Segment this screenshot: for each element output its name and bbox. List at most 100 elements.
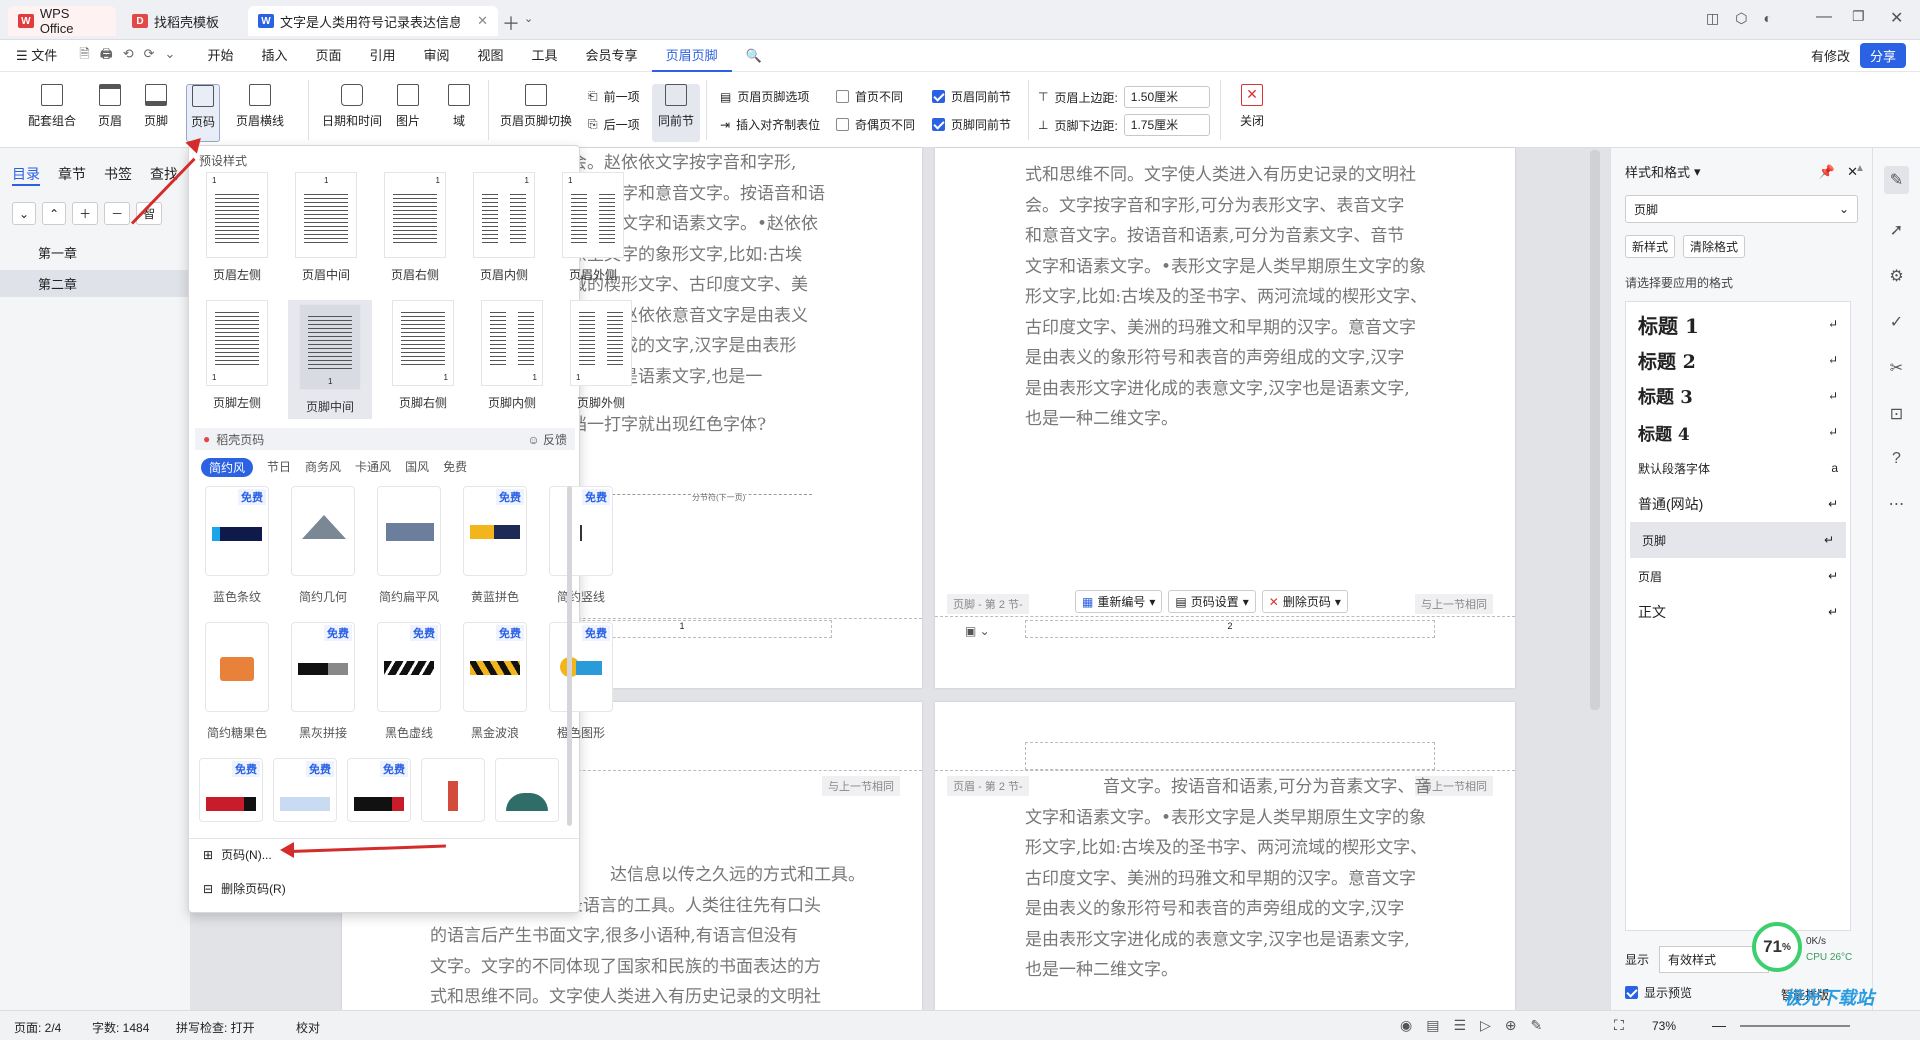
prev-button[interactable]: ⎗ 前一项	[588, 88, 640, 105]
dropdown-scrollbar[interactable]	[567, 486, 572, 826]
picture-button[interactable]: 图片	[396, 84, 420, 142]
card-lighthouse[interactable]	[421, 758, 485, 822]
card-flat[interactable]: 简约扁平风	[371, 486, 447, 605]
style-header-left[interactable]: 1 页眉左侧	[199, 172, 275, 283]
doc-line[interactable]: 会。文字按字音和字形,可分为表形文字、表音文字	[1025, 191, 1445, 222]
delete-page-number-menu-item[interactable]: ⊟ 删除页码(R)	[203, 880, 286, 897]
doc-line[interactable]: 和意音文字。按语音和语素,可分为音素文字、音节	[1025, 221, 1445, 252]
footer-button[interactable]: 页脚	[144, 84, 168, 142]
page-number-menu-item[interactable]: ⊞ 页码(N)...	[203, 846, 272, 863]
filter-tab[interactable]: 简约风	[201, 458, 254, 477]
share-button[interactable]: 分享	[1859, 43, 1906, 68]
page-number-field[interactable]: 2	[1025, 620, 1435, 638]
proofread[interactable]: 校对	[296, 1019, 320, 1036]
combo-button[interactable]: 配套组合	[28, 84, 76, 142]
style-header-inner[interactable]: 1 页眉内侧	[466, 172, 542, 283]
clear-format-button[interactable]: 清除格式	[1683, 235, 1746, 258]
menu-file[interactable]: ☰ 文件	[0, 40, 71, 72]
close-header-footer-button[interactable]: ✕ 关闭	[1240, 84, 1264, 142]
menu-start[interactable]: 开始	[193, 40, 247, 72]
doc-line[interactable]: 文字和语素文字。•表形文字是人类早期原生文字的象	[1025, 803, 1445, 834]
menu-view[interactable]: 视图	[464, 40, 518, 72]
toc-item[interactable]: 第一章	[0, 225, 190, 262]
style-item-h1[interactable]: 标题 1 ↵	[1626, 306, 1850, 342]
menu-tools[interactable]: 工具	[518, 40, 572, 72]
quick-access-icon[interactable]: 🗎🖨⟲⟳⌄	[71, 45, 193, 67]
select-icon[interactable]: ➚	[1890, 220, 1903, 240]
bottom-margin-input[interactable]: 1.75厘米	[1123, 114, 1210, 136]
style-item-h4[interactable]: 标题 4 ↵	[1626, 414, 1850, 450]
add-icon[interactable]: ＋	[72, 202, 99, 225]
align-tab-button[interactable]: ⇥ 插入对齐制表位	[720, 116, 820, 133]
filter-tab[interactable]: 国风	[405, 458, 429, 477]
card-candy[interactable]: 简约糖果色	[199, 622, 275, 741]
book-icon[interactable]: ⊡	[1890, 404, 1903, 424]
doc-line[interactable]: 式和思维不同。文字使人类进入有历史记录的文明社	[430, 982, 870, 1013]
card-light-blue[interactable]: 免费	[273, 758, 337, 822]
odd-even-diff-checkbox[interactable]: 奇偶页不同	[836, 116, 915, 133]
toc-item[interactable]: 第二章	[0, 270, 190, 297]
doc-line[interactable]: 是由表形文字进化成的表意文字,汉字也是语素文字,	[1025, 374, 1445, 405]
style-item-h2[interactable]: 标题 2 ↵	[1626, 342, 1850, 378]
first-page-diff-checkbox[interactable]: 首页不同	[836, 88, 903, 105]
word-count[interactable]: 字数: 1484	[92, 1019, 149, 1036]
card-blue-stripe[interactable]: 免费 蓝色条纹	[199, 486, 275, 605]
remove-icon[interactable]: －	[104, 202, 131, 225]
style-item-h3[interactable]: 标题 3 ↵	[1626, 378, 1850, 414]
style-footer-center[interactable]: 1 页脚中间	[288, 300, 372, 419]
doc-line[interactable]: 式和思维不同。文字使人类进入有历史记录的文明社	[1025, 160, 1445, 191]
renumber-button[interactable]: ▦ 重新编号 ▾	[1075, 590, 1163, 613]
doc-line[interactable]: 文字。文字的不同体现了国家和民族的书面表达的方	[430, 952, 870, 983]
page-setting-button[interactable]: ▤ 页码设置 ▾	[1168, 590, 1256, 613]
performance-gauge[interactable]: 71%	[1752, 922, 1802, 972]
card-gold-wave[interactable]: 免费 黑金波浪	[457, 622, 533, 741]
window-tools-icon[interactable]: ◫⬡◐	[1706, 10, 1788, 27]
preview-checkbox[interactable]: 显示预览	[1625, 984, 1692, 1001]
header-same-checkbox[interactable]: 页眉同前节	[932, 88, 1011, 105]
style-footer-inner[interactable]: 1 页脚内侧	[474, 300, 550, 419]
menu-member[interactable]: 会员专享	[572, 40, 652, 72]
menu-reference[interactable]: 引用	[355, 40, 409, 72]
page-number-button[interactable]: 页码	[186, 84, 221, 142]
card-black-red[interactable]: 免费	[347, 758, 411, 822]
more-icon[interactable]: ⋯	[1889, 494, 1905, 514]
card-simple-geo[interactable]: 简约几何	[285, 486, 361, 605]
menu-insert[interactable]: 插入	[247, 40, 301, 72]
style-brush-icon[interactable]: ✎	[1883, 166, 1910, 194]
filter-tab[interactable]: 免费	[443, 458, 467, 477]
filter-tab[interactable]: 卡通风	[355, 458, 391, 477]
style-item-web[interactable]: 普通(网站) ↵	[1626, 486, 1850, 522]
doc-line[interactable]: 音文字。按语音和语素,可分为音素文字、音	[1025, 772, 1445, 803]
tab-template[interactable]: D 找稻壳模板	[122, 6, 242, 36]
doc-line[interactable]: 文字和语素文字。•表形文字是人类早期原生文字的象	[1025, 252, 1445, 283]
filter-tab[interactable]: 商务风	[305, 458, 341, 477]
help-icon[interactable]: ?	[1892, 450, 1901, 468]
footer-same-checkbox[interactable]: 页脚同前节	[932, 116, 1011, 133]
field-button[interactable]: 域	[448, 84, 470, 142]
modified-indicator[interactable]: 有修改	[1811, 46, 1850, 65]
next-button[interactable]: ⎘ 后一项	[588, 116, 640, 133]
card-black-gray[interactable]: 免费 黑灰拼接	[285, 622, 361, 741]
style-item-footer[interactable]: 页脚 ↵	[1630, 522, 1846, 558]
restore-icon[interactable]: ❐	[1852, 8, 1865, 25]
header-button[interactable]: 页眉	[98, 84, 122, 142]
adjust-icon[interactable]: ⚙	[1889, 266, 1903, 286]
options-button[interactable]: ▤ 页眉页脚选项	[720, 88, 809, 105]
datetime-button[interactable]: 日期和时间	[322, 84, 382, 142]
card-vertical-line[interactable]: 免费 简约竖线	[543, 486, 619, 605]
feedback-button[interactable]: ☺ 反馈	[527, 431, 567, 448]
header-field[interactable]	[1025, 742, 1435, 770]
tab-align-icon[interactable]: ▣ ⌄	[965, 624, 990, 638]
style-footer-right[interactable]: 1 页脚右侧	[385, 300, 461, 419]
styles-panel-title[interactable]: 样式和格式	[1625, 162, 1690, 181]
pin-icon[interactable]: 📌	[1819, 164, 1835, 180]
style-item-body[interactable]: 正文 ↵	[1626, 594, 1850, 630]
card-sunset[interactable]	[495, 758, 559, 822]
scrollbar[interactable]	[1590, 150, 1600, 710]
doc-line[interactable]: 也是一种二维文字。	[1025, 955, 1445, 986]
nav-tab-bookmark[interactable]: 书签	[104, 164, 132, 186]
style-footer-left[interactable]: 1 页脚左侧	[199, 300, 275, 419]
zoom-level[interactable]: 73%	[1652, 1019, 1676, 1033]
minimize-icon[interactable]: —	[1816, 8, 1832, 26]
new-style-button[interactable]: 新样式	[1625, 235, 1676, 258]
